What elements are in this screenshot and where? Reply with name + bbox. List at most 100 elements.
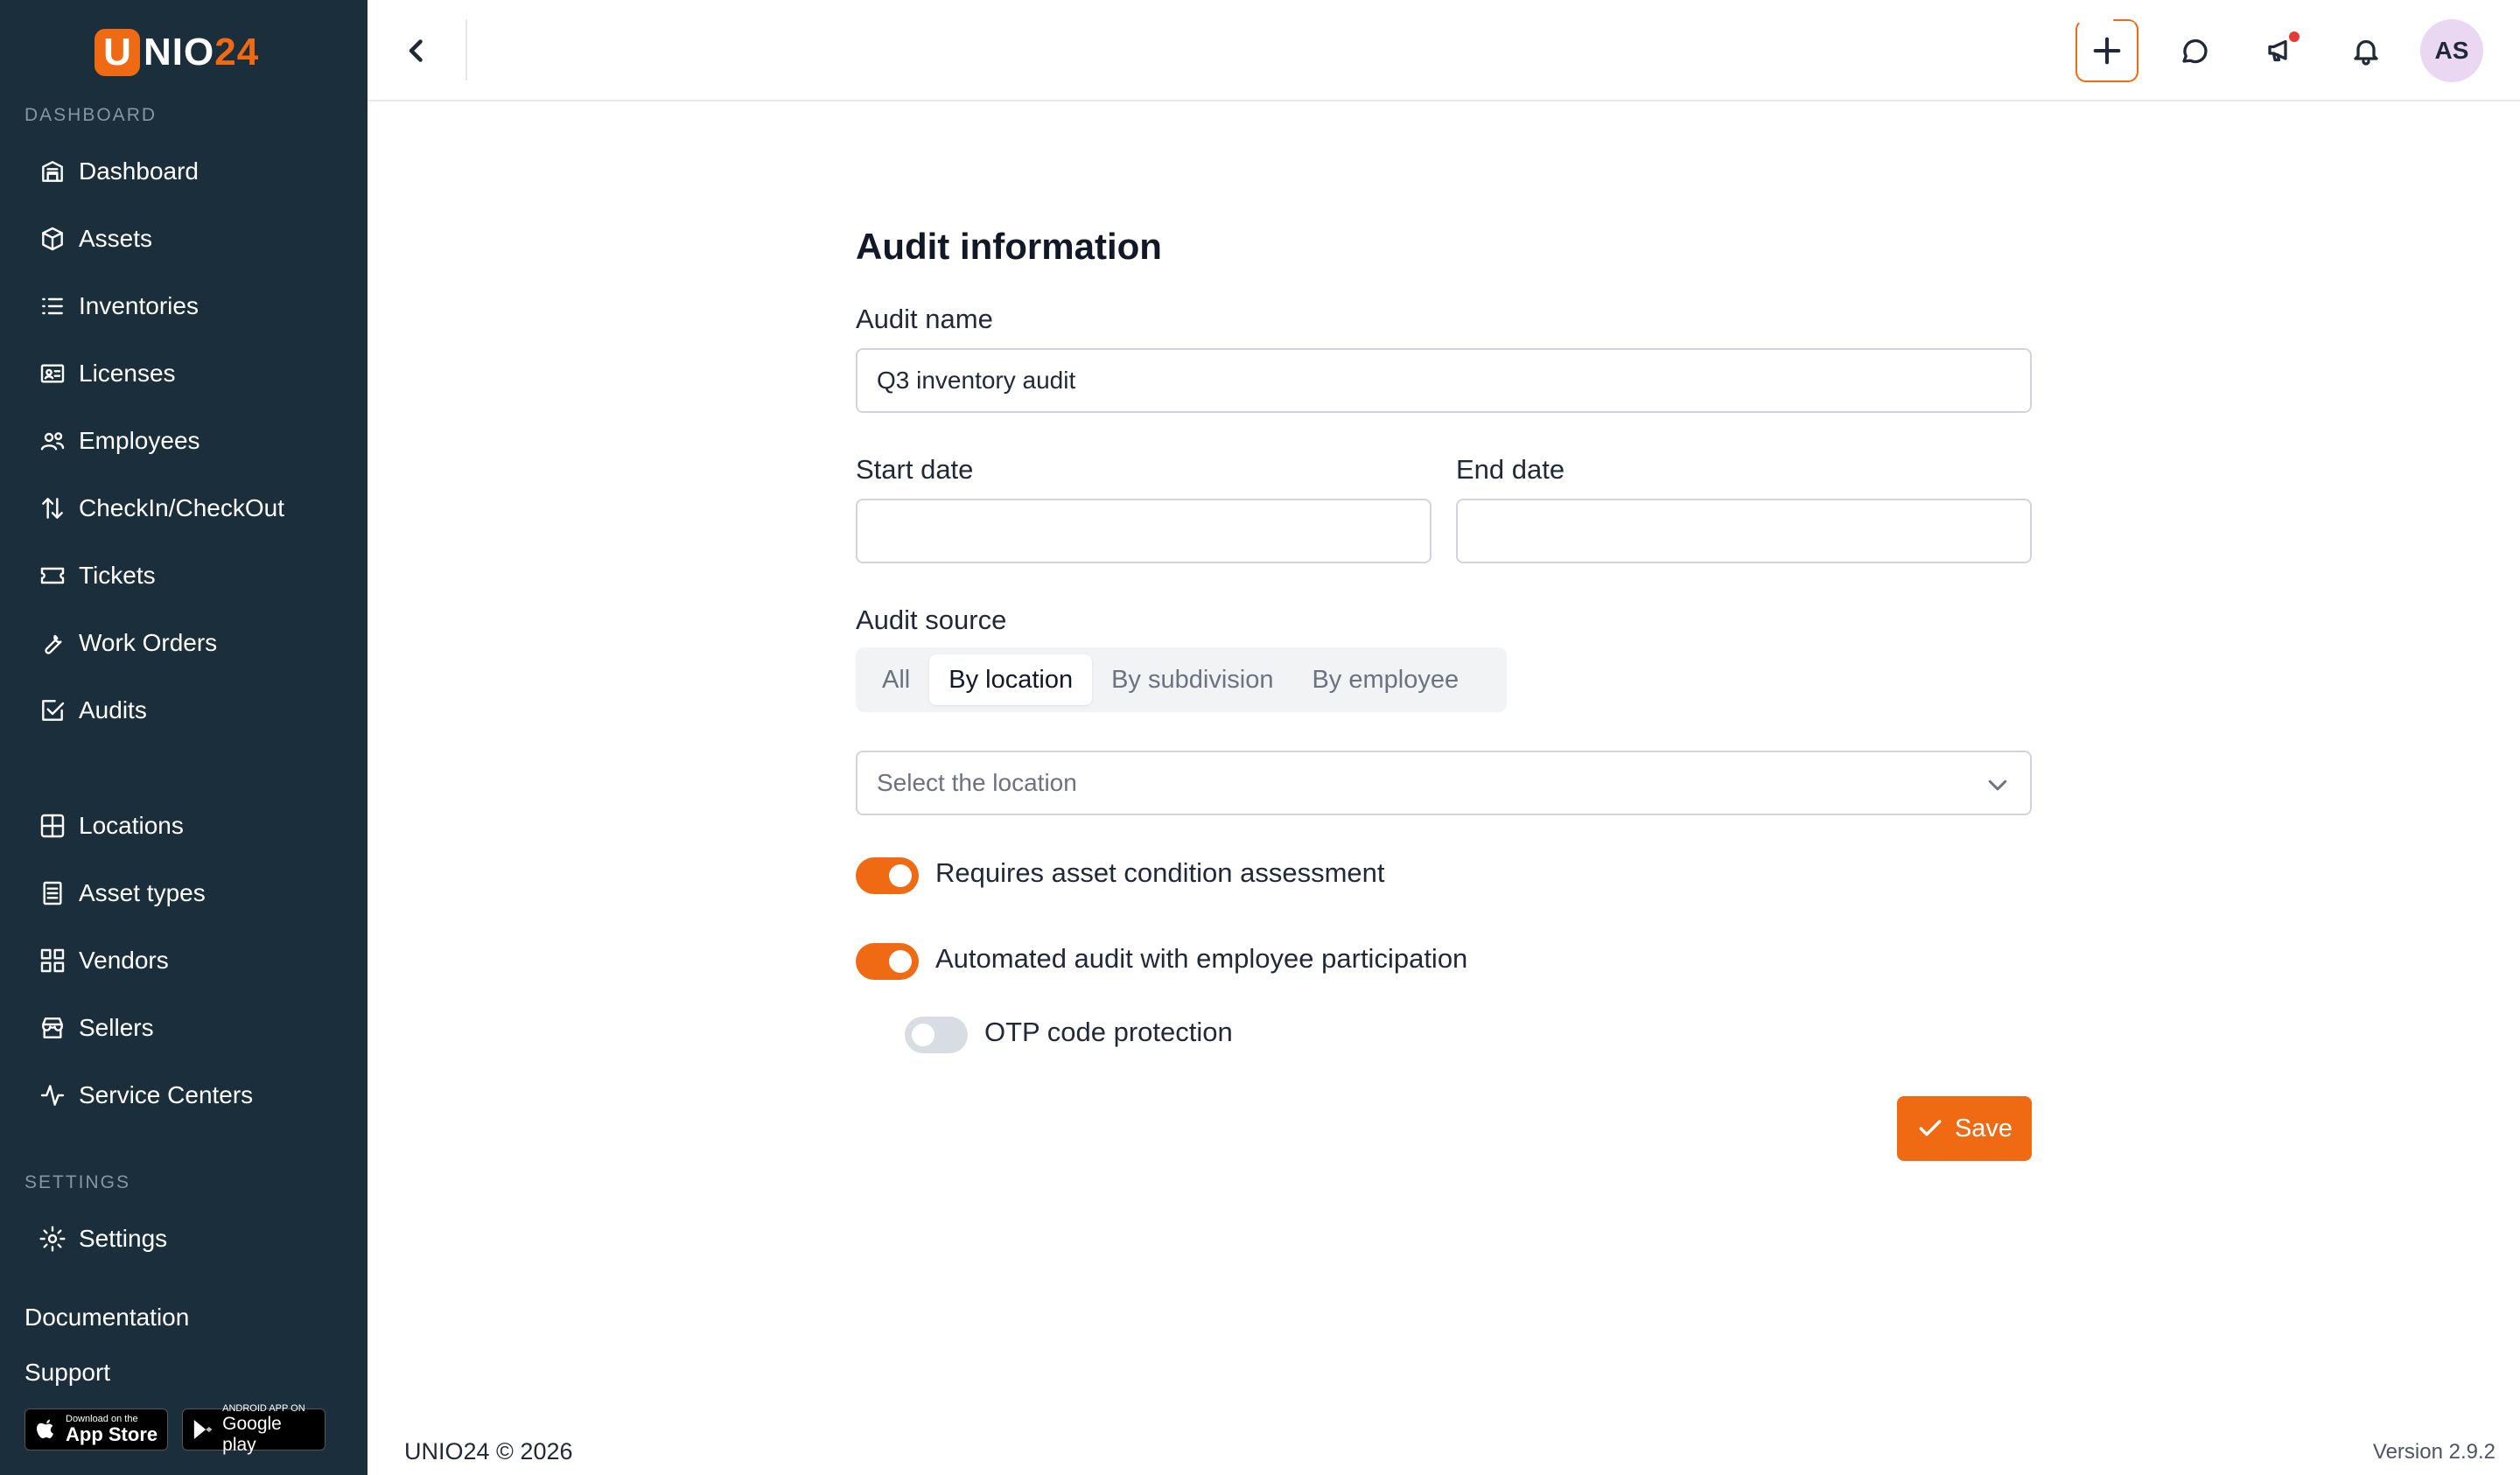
automated-audit-toggle[interactable] xyxy=(856,943,919,980)
apps-icon xyxy=(40,948,65,973)
google-play-small-text: ANDROID APP ON xyxy=(222,1403,305,1414)
sidebar-item-label: Work Orders xyxy=(79,629,218,656)
list-icon xyxy=(42,297,63,315)
google-play-button[interactable]: ANDROID APP ON Google play xyxy=(182,1403,326,1455)
activity-icon xyxy=(40,1085,65,1106)
check-icon xyxy=(1919,1120,1942,1136)
chevron-down-icon xyxy=(1988,779,2007,791)
sidebar-item-label: Tickets xyxy=(79,562,156,589)
section-label-dashboard: DASHBOARD xyxy=(24,105,158,125)
checkbox-icon xyxy=(42,700,65,721)
google-play-big-text: Google play xyxy=(222,1414,282,1455)
version-label: Version 2.9.2 xyxy=(2372,1440,2496,1464)
toggle-knob xyxy=(889,864,912,887)
notifications-button[interactable] xyxy=(2342,26,2390,75)
sidebar-item-settings[interactable]: Settings xyxy=(38,1214,167,1263)
sidebar-item-label: Licenses xyxy=(79,360,176,387)
sidebar-item-employees[interactable]: Employees xyxy=(38,416,200,465)
sidebar-item-service-centers[interactable]: Service Centers xyxy=(38,1071,253,1120)
add-button[interactable] xyxy=(2076,19,2138,82)
sidebar-item-checkin-checkout[interactable]: CheckIn/CheckOut xyxy=(38,484,284,533)
end-date-label: End date xyxy=(1456,454,1565,485)
topbar: AS xyxy=(368,0,2520,101)
avatar[interactable]: AS xyxy=(2420,19,2483,82)
audit-source-segmented-control: All By location By subdivision By employ… xyxy=(856,647,1507,712)
bell-icon xyxy=(2354,39,2378,66)
source-option-by-location[interactable]: By location xyxy=(929,654,1093,705)
sidebar-item-licenses[interactable]: Licenses xyxy=(38,349,176,398)
save-button-label: Save xyxy=(1954,1114,2013,1143)
audit-name-label: Audit name xyxy=(856,304,993,334)
gear-icon xyxy=(39,1226,66,1252)
sidebar-item-assets[interactable]: Assets xyxy=(38,214,152,263)
logo[interactable]: U NIO24 xyxy=(94,26,259,79)
audit-name-input[interactable] xyxy=(856,348,2032,413)
sidebar-item-label: Employees xyxy=(79,427,200,454)
sidebar-item-label: Service Centers xyxy=(79,1081,254,1108)
sidebar-item-label: Inventories xyxy=(79,292,199,319)
sidebar-item-label: Sellers xyxy=(79,1014,154,1041)
source-option-by-subdivision[interactable]: By subdivision xyxy=(1092,654,1292,705)
id-card-icon xyxy=(40,364,65,383)
sidebar-item-label: Audits xyxy=(79,696,147,724)
condition-assessment-label: Requires asset condition assessment xyxy=(935,857,1385,888)
toggle-knob xyxy=(889,950,912,973)
location-select[interactable]: Select the location xyxy=(856,751,2032,815)
audit-source-label: Audit source xyxy=(856,605,1007,635)
users-icon xyxy=(40,432,65,451)
sidebar-item-audits[interactable]: Audits xyxy=(38,686,147,735)
store-icon xyxy=(42,1017,63,1038)
logo-text: NIO24 xyxy=(144,31,260,73)
back-button[interactable] xyxy=(392,26,441,75)
otp-protection-toggle[interactable] xyxy=(905,1017,968,1053)
topbar-divider xyxy=(466,19,467,80)
chat-bubble-icon xyxy=(2182,38,2208,64)
documentation-link[interactable]: Documentation xyxy=(24,1304,189,1332)
app-store-button[interactable]: Download on the App Store xyxy=(24,1409,168,1451)
sidebar-item-label: Vendors xyxy=(79,947,169,974)
google-play-icon xyxy=(193,1420,213,1439)
building-icon xyxy=(42,161,63,182)
sidebar-item-work-orders[interactable]: Work Orders xyxy=(38,619,217,668)
logo-badge: U xyxy=(94,29,140,76)
sidebar-item-sellers[interactable]: Sellers xyxy=(38,1003,154,1052)
document-icon xyxy=(43,881,62,905)
copyright: UNIO24 © 2026 xyxy=(404,1438,573,1465)
source-option-by-employee[interactable]: By employee xyxy=(1292,654,1478,705)
sidebar-item-dashboard[interactable]: Dashboard xyxy=(38,147,199,196)
sidebar-item-label: Asset types xyxy=(79,879,206,906)
chevron-left-icon xyxy=(409,39,423,62)
app-store-big-text: App Store xyxy=(66,1423,158,1445)
start-date-label: Start date xyxy=(856,454,974,485)
start-date-input[interactable] xyxy=(856,499,1432,563)
sidebar-item-vendors[interactable]: Vendors xyxy=(38,936,169,985)
chat-button[interactable] xyxy=(2170,26,2219,75)
sidebar-item-label: Locations xyxy=(79,812,184,839)
section-label-settings: SETTINGS xyxy=(24,1172,131,1192)
otp-protection-label: OTP code protection xyxy=(984,1017,1233,1047)
announcements-button[interactable] xyxy=(2256,26,2305,75)
location-select-placeholder: Select the location xyxy=(877,769,1077,796)
box-icon xyxy=(42,227,63,251)
ticket-icon xyxy=(40,567,65,584)
sidebar-item-label: Dashboard xyxy=(79,157,199,185)
sidebar-item-locations[interactable]: Locations xyxy=(38,801,184,850)
sidebar-item-asset-types[interactable]: Asset types xyxy=(38,869,206,918)
sidebar-item-label: Settings xyxy=(79,1225,168,1252)
condition-assessment-toggle[interactable] xyxy=(856,857,919,894)
sidebar-item-label: Assets xyxy=(79,225,153,252)
save-button[interactable]: Save xyxy=(1897,1096,2032,1161)
support-link[interactable]: Support xyxy=(24,1359,110,1387)
plus-icon xyxy=(2093,37,2121,65)
sidebar-item-tickets[interactable]: Tickets xyxy=(38,551,156,600)
page-title: Audit information xyxy=(856,226,1162,267)
sidebar-item-inventories[interactable]: Inventories xyxy=(38,282,199,331)
source-option-all[interactable]: All xyxy=(863,654,929,705)
toggle-knob xyxy=(912,1024,934,1046)
notification-dot xyxy=(2289,31,2300,42)
arrows-up-down-icon xyxy=(42,498,63,519)
sidebar: U NIO24 DASHBOARD Dashboard Assets Inven… xyxy=(0,0,368,1475)
apple-icon xyxy=(37,1419,53,1438)
end-date-input[interactable] xyxy=(1456,499,2032,563)
wrench-icon xyxy=(45,634,62,654)
